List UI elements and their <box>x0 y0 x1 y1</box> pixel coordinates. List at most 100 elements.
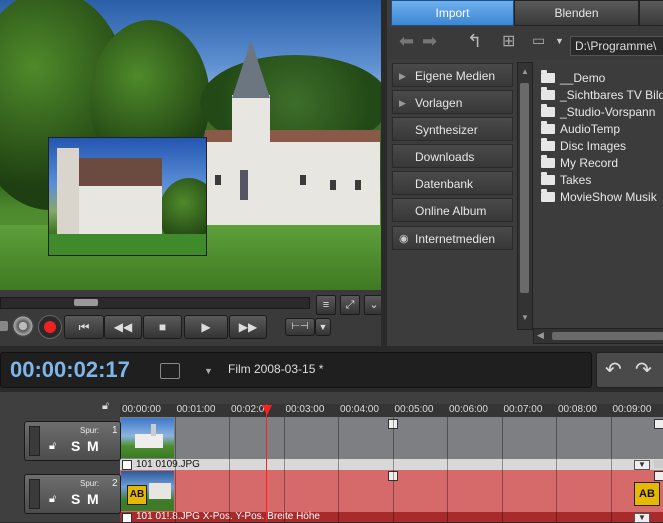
grid-line <box>447 417 448 522</box>
category-online-album[interactable]: Online Album <box>392 198 513 222</box>
list-item[interactable]: _Sichtbares TV Bild <box>541 87 663 103</box>
scrub-handle[interactable] <box>74 299 98 306</box>
stop-button[interactable]: ■ <box>143 315 182 339</box>
loop-range-button[interactable]: ⊢⊣ <box>285 318 315 336</box>
category-eigene-medien[interactable]: ▶ Eigene Medien <box>392 63 513 87</box>
lock-icon[interactable]: 🔓︎ <box>49 440 56 453</box>
drive-icon[interactable]: ▭ <box>532 32 545 49</box>
ruler-tick-label: 00:00:00 <box>122 404 161 415</box>
clip-select-box-1[interactable] <box>122 460 132 470</box>
mute-button[interactable]: M <box>87 438 99 454</box>
scrub-track[interactable] <box>0 297 310 309</box>
folder-icon <box>541 189 555 202</box>
record-button[interactable] <box>38 315 62 339</box>
undo-icon[interactable]: ↶ <box>605 357 622 382</box>
back-arrow-icon[interactable]: ⬅ <box>399 31 414 52</box>
scroll-left-icon[interactable]: ◀ <box>537 330 544 341</box>
clip-bar-1[interactable] <box>120 459 663 470</box>
clip-menu-1[interactable]: ▼ <box>634 460 650 470</box>
category-vorlagen[interactable]: ▶ Vorlagen <box>392 90 513 114</box>
solo-button[interactable]: S <box>71 438 80 454</box>
category-synthesizer[interactable]: Synthesizer <box>392 117 513 141</box>
timeline-ruler[interactable]: 00:00:00 00:01:00 00:02:0 00:03:00 00:04:00 0… <box>120 404 663 418</box>
category-internetmedien[interactable]: ◉ Internetmedien <box>392 226 513 250</box>
mute-button[interactable]: M <box>87 491 99 507</box>
skip-to-start-button[interactable]: ⏮ <box>64 315 104 339</box>
lock-icon[interactable]: 🔓︎ <box>49 493 56 506</box>
list-item[interactable]: AudioTemp <box>541 121 620 137</box>
ruler-tick-label: 00:08:00 <box>558 404 597 415</box>
scroll-thumb[interactable] <box>520 83 529 293</box>
ab-badge: AB <box>127 485 147 505</box>
playhead-line <box>266 404 267 522</box>
list-item[interactable]: __Demo <box>541 70 605 86</box>
folder-icon <box>541 155 555 168</box>
fast-forward-button[interactable]: ▶▶ <box>229 315 267 339</box>
track-header-2[interactable]: Spur: 2 🔓︎ S M <box>24 474 121 514</box>
scroll-down-icon[interactable]: ▼ <box>521 313 529 322</box>
rewind-button[interactable]: ◀◀ <box>104 315 142 339</box>
play-button[interactable]: ▶ <box>184 315 228 339</box>
horizontal-scroll-thumb[interactable] <box>552 332 663 340</box>
grid-line <box>501 417 503 522</box>
forward-arrow-icon[interactable]: ➡ <box>422 31 437 52</box>
list-item[interactable]: _Studio-Vorspann <box>541 104 655 120</box>
keyframe-marker[interactable] <box>654 419 663 429</box>
folder-list: __Demo _Sichtbares TV Bild _Studio-Vorsp… <box>533 62 663 327</box>
export-icon[interactable] <box>160 363 180 379</box>
ruler-tick-label: 00:03:00 <box>285 404 325 415</box>
timecode-display[interactable]: 00:00:02:17 <box>10 357 130 383</box>
transport-bar: ≡ ⤢ ⌄ ⏮ ◀◀ ■ ▶ ▶▶ ⊢⊣ ▼ <box>0 290 388 346</box>
track-header-1[interactable]: Spur: 1 🔓︎ S M <box>24 421 121 461</box>
video-preview <box>0 0 381 290</box>
clip-label-1: 101 0109.JPG <box>136 459 200 470</box>
tree-view-icon[interactable]: ⊞ <box>502 31 515 51</box>
grid-line <box>283 417 285 522</box>
expand-icon: ▶ <box>399 71 406 81</box>
track-level-meter <box>29 426 40 456</box>
solo-button[interactable]: S <box>71 491 80 507</box>
clip-label-2: 101 01!.8.JPG X-Pos. Y-Pos. Breite Höhe <box>136 511 320 522</box>
category-downloads[interactable]: Downloads <box>392 144 513 168</box>
list-item[interactable]: My Record <box>541 155 618 171</box>
camera-icon[interactable] <box>0 321 8 331</box>
list-item[interactable]: MovieShow Musik <box>541 189 657 205</box>
path-field[interactable]: D:\Programme\ <box>570 36 663 56</box>
folder-icon <box>541 121 555 134</box>
ruler-tick-label: 00:09:00 <box>612 404 652 415</box>
list-icon[interactable]: ≡ <box>316 295 336 315</box>
fullscreen-icon[interactable]: ⤢ <box>340 295 360 315</box>
ruler-tick-label: 00:05:00 <box>394 404 434 415</box>
record-icon <box>44 321 56 333</box>
keyframe-marker[interactable] <box>654 471 663 481</box>
clip-thumbnail-2[interactable]: AB <box>121 471 174 511</box>
clip-thumbnail-1[interactable] <box>121 418 174 458</box>
tab-more[interactable] <box>639 0 663 26</box>
tab-blenden[interactable]: Blenden <box>514 0 639 26</box>
globe-icon: ◉ <box>399 233 409 245</box>
film-reel-icon[interactable] <box>12 315 34 337</box>
clip-end-handle-1[interactable] <box>654 460 663 468</box>
scroll-up-icon[interactable]: ▲ <box>521 67 529 76</box>
folder-horizontal-scrollbar[interactable]: ◀ <box>533 328 663 344</box>
film-dropdown-icon[interactable]: ▼ <box>204 366 213 376</box>
category-datenbank[interactable]: Datenbank <box>392 171 513 195</box>
grid-line <box>610 417 612 522</box>
ruler-tick-label: 00:02:0 <box>231 404 265 415</box>
playhead-marker[interactable] <box>262 405 272 415</box>
tab-import[interactable]: Import <box>391 0 514 26</box>
track-label: Spur: <box>80 426 100 435</box>
loop-dropdown-button[interactable]: ▼ <box>315 318 331 336</box>
ab-badge-right[interactable]: AB <box>634 482 660 506</box>
folder-icon <box>541 172 555 185</box>
tower-spire <box>232 40 270 98</box>
up-folder-icon[interactable]: ↰ <box>467 31 482 52</box>
category-scrollbar[interactable]: ▲ ▼ <box>517 62 533 330</box>
list-item[interactable]: Disc Images <box>541 138 626 154</box>
folder-icon <box>541 70 555 83</box>
picture-in-picture-overlay[interactable] <box>48 137 207 256</box>
redo-icon[interactable]: ↷ <box>635 357 652 382</box>
lock-icon[interactable]: 🔓︎ <box>102 400 114 412</box>
list-item[interactable]: Takes <box>541 172 591 188</box>
drive-dropdown-icon[interactable]: ▼ <box>555 36 564 46</box>
